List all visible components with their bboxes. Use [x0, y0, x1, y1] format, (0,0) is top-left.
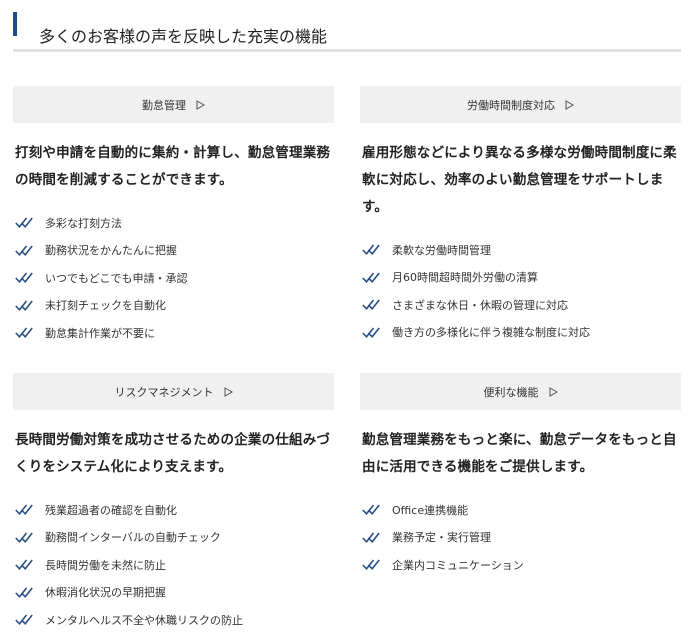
- list-item: 働き方の多様化に伴う複雑な制度に対応: [360, 319, 681, 347]
- section-button-label: 便利な機能: [483, 385, 539, 399]
- list-item: Office連携機能: [360, 496, 681, 524]
- double-check-icon: [362, 559, 380, 571]
- double-check-icon: [362, 504, 380, 516]
- triangle-right-icon: [196, 99, 205, 110]
- double-check-icon: [362, 244, 380, 256]
- list-item: 休暇消化状況の早期把握: [13, 579, 334, 607]
- section-description: 雇用形態などにより異なる多様な労働時間制度に柔軟に対応し、効率のよい勤怠管理をサ…: [362, 145, 677, 215]
- list-item: 企業内コミュニケーション: [360, 551, 681, 579]
- list-item: 残業超過者の確認を自動化: [13, 496, 334, 524]
- list-item-label: 業務予定・実行管理: [392, 531, 491, 545]
- attendance-management-button[interactable]: 勤怠管理: [13, 86, 334, 123]
- feature-section-attendance: 勤怠管理 打刻や申請を自動的に集約・計算し、勤怠管理業務の時間を削減することがで…: [13, 86, 334, 347]
- working-hours-system-button[interactable]: 労働時間制度対応: [360, 86, 681, 123]
- triangle-right-icon: [565, 99, 574, 110]
- double-check-icon: [15, 532, 33, 543]
- list-item-label: さまざまな休日・休暇の管理に対応: [392, 298, 568, 312]
- feature-list: Office連携機能 業務予定・実行管理 企業内コミュニケーション: [360, 496, 681, 579]
- list-item-label: いつでもどこでも申請・承認: [45, 271, 188, 285]
- list-item: 勤務間インターバルの自動チェック: [13, 524, 334, 552]
- double-check-icon: [362, 272, 380, 283]
- feature-section-risk-management: リスクマネジメント 長時間労働対策を成功させるための企業の仕組みづくりをシステム…: [13, 373, 334, 634]
- list-item: 多彩な打刻方法: [13, 209, 334, 237]
- list-item-label: 未打刻チェックを自動化: [45, 299, 166, 313]
- list-item-label: 柔軟な労働時間管理: [392, 243, 491, 257]
- list-item: 業務予定・実行管理: [360, 524, 681, 552]
- list-item-label: 休暇消化状況の早期把握: [45, 586, 166, 600]
- list-item: 未打刻チェックを自動化: [13, 292, 334, 320]
- list-item-label: 勤怠集計作業が不要に: [45, 326, 155, 340]
- section-description: 長時間労働対策を成功させるための企業の仕組みづくりをシステム化により支えます。: [15, 432, 331, 475]
- list-item-label: 企業内コミュニケーション: [392, 558, 524, 572]
- feature-list: 多彩な打刻方法 勤務状況をかんたんに把握 いつでもどこでも申請・承認 未打刻チェ…: [13, 209, 334, 347]
- double-check-icon: [15, 504, 33, 516]
- triangle-right-icon: [549, 386, 558, 397]
- list-item-label: 働き方の多様化に伴う複雑な制度に対応: [392, 326, 590, 340]
- list-item: いつでもどこでも申請・承認: [13, 264, 334, 292]
- list-item-label: 長時間労働を未然に防止: [45, 558, 166, 572]
- double-check-icon: [15, 559, 33, 571]
- list-item: 勤務状況をかんたんに把握: [13, 237, 334, 265]
- double-check-icon: [15, 300, 33, 311]
- section-description: 打刻や申請を自動的に集約・計算し、勤怠管理業務の時間を削減することができます。: [15, 145, 331, 188]
- feature-list: 残業超過者の確認を自動化 勤務間インターバルの自動チェック 長時間労働を未然に防…: [13, 496, 334, 634]
- feature-list: 柔軟な労働時間管理 月60時間超時間外労働の清算 さまざまな休日・休暇の管理に対…: [360, 236, 681, 346]
- double-check-icon: [362, 327, 380, 338]
- double-check-icon: [15, 587, 33, 598]
- list-item-label: 残業超過者の確認を自動化: [45, 503, 177, 517]
- double-check-icon: [15, 272, 33, 284]
- page-title: 多くのお客様の声を反映した充実の機能: [39, 27, 328, 47]
- double-check-icon: [362, 299, 380, 311]
- page-header: 多くのお客様の声を反映した充実の機能: [13, 8, 681, 48]
- list-item: 長時間労働を未然に防止: [13, 551, 334, 579]
- risk-management-button[interactable]: リスクマネジメント: [13, 373, 334, 410]
- double-check-icon: [15, 245, 33, 256]
- list-item-label: 月60時間超時間外労働の清算: [392, 271, 538, 285]
- section-description: 勤怠管理業務をもっと楽に、勤怠データをもっと自由に活用できる機能をご提供します。: [362, 432, 677, 475]
- double-check-icon: [15, 614, 33, 626]
- header-accent-bar: [13, 12, 17, 36]
- double-check-icon: [15, 217, 33, 229]
- list-item-label: 多彩な打刻方法: [45, 216, 122, 230]
- list-item: 勤怠集計作業が不要に: [13, 319, 334, 347]
- list-item-label: 勤務状況をかんたんに把握: [45, 244, 177, 258]
- list-item-label: 勤務間インターバルの自動チェック: [45, 531, 221, 545]
- list-item-label: Office連携機能: [392, 503, 469, 517]
- list-item: 柔軟な労働時間管理: [360, 236, 681, 264]
- feature-section-convenient: 便利な機能 勤怠管理業務をもっと楽に、勤怠データをもっと自由に活用できる機能をご…: [360, 373, 681, 579]
- list-item: メンタルヘルス不全や休職リスクの防止: [13, 606, 334, 634]
- triangle-right-icon: [224, 386, 233, 397]
- convenient-features-button[interactable]: 便利な機能: [360, 373, 681, 410]
- feature-section-working-hours: 労働時間制度対応 雇用形態などにより異なる多様な労働時間制度に柔軟に対応し、効率…: [360, 86, 681, 346]
- double-check-icon: [15, 327, 33, 339]
- section-button-label: 労働時間制度対応: [467, 98, 555, 112]
- list-item-label: メンタルヘルス不全や休職リスクの防止: [45, 613, 243, 627]
- list-item: 月60時間超時間外労働の清算: [360, 264, 681, 292]
- list-item: さまざまな休日・休暇の管理に対応: [360, 291, 681, 319]
- double-check-icon: [362, 532, 380, 543]
- section-button-label: リスクマネジメント: [114, 385, 214, 399]
- header-divider: [13, 49, 681, 52]
- section-button-label: 勤怠管理: [142, 98, 186, 112]
